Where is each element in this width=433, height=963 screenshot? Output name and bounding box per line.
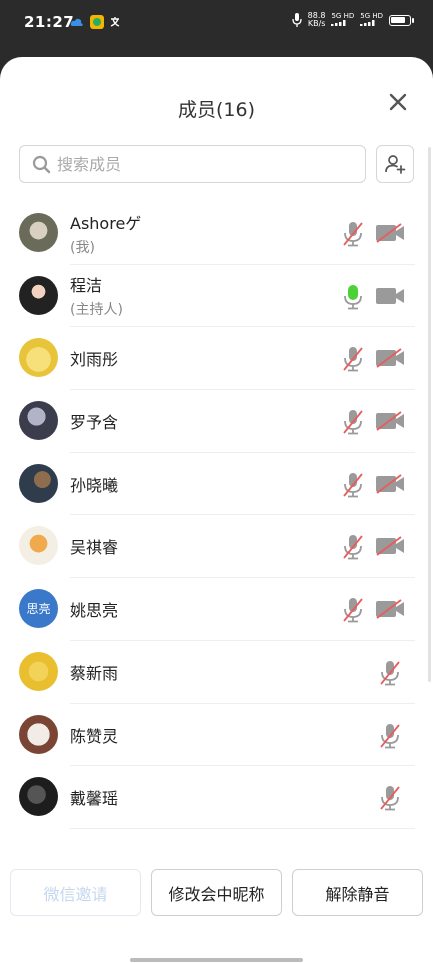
app-notification-icon bbox=[90, 15, 104, 29]
translate-icon bbox=[110, 16, 120, 27]
microphone-muted-icon[interactable] bbox=[341, 472, 365, 498]
wechat-invite-button[interactable]: 微信邀请 bbox=[10, 869, 141, 916]
signal-bars-icon bbox=[331, 19, 346, 26]
member-name-block: 吴祺睿 bbox=[70, 515, 118, 577]
member-row[interactable]: 戴馨瑶 bbox=[0, 766, 433, 829]
avatar bbox=[19, 651, 58, 691]
cloud-icon bbox=[70, 18, 83, 26]
microphone-status-icon bbox=[292, 13, 302, 27]
member-row[interactable]: Ashoreゲ (我) bbox=[0, 202, 433, 265]
camera-off-icon[interactable] bbox=[375, 223, 405, 243]
add-member-button[interactable] bbox=[376, 145, 414, 183]
member-name-block: 姚思亮 bbox=[70, 578, 118, 640]
microphone-muted-icon[interactable] bbox=[378, 660, 402, 686]
member-name-block: Ashoreゲ (我) bbox=[70, 202, 141, 264]
add-user-icon bbox=[385, 155, 406, 174]
status-time: 21:27 bbox=[24, 13, 75, 31]
rename-in-meeting-button[interactable]: 修改会中昵称 bbox=[151, 869, 282, 916]
member-name-block: 刘雨彤 bbox=[70, 327, 118, 389]
avatar bbox=[19, 275, 58, 315]
search-box[interactable] bbox=[19, 145, 366, 183]
member-name: 姚思亮 bbox=[70, 601, 119, 621]
member-list: Ashoreゲ (我) 程洁 (主持人) 刘雨彤罗予含孙晓曦吴祺睿思亮 姚思亮蔡新雨陈赞灵… bbox=[0, 202, 433, 852]
avatar bbox=[19, 213, 58, 252]
avatar: 思亮 bbox=[19, 589, 58, 629]
member-row[interactable]: 孙晓曦 bbox=[0, 453, 433, 516]
member-role: (我) bbox=[70, 239, 95, 256]
avatar bbox=[19, 714, 58, 754]
member-name: 戴馨瑶 bbox=[70, 789, 119, 809]
camera-off-icon[interactable] bbox=[375, 474, 405, 494]
member-row[interactable]: 陈赞灵 bbox=[0, 704, 433, 767]
member-row[interactable]: 思亮 姚思亮 bbox=[0, 578, 433, 641]
microphone-muted-icon[interactable] bbox=[378, 723, 402, 749]
close-button[interactable] bbox=[387, 91, 409, 113]
network-speed: 88.8 KB/s bbox=[308, 12, 326, 28]
microphone-muted-icon[interactable] bbox=[341, 221, 365, 247]
status-bar: 21:27 88.8 KB/s 5G HD 5G HD bbox=[0, 0, 433, 48]
battery-icon bbox=[389, 14, 414, 26]
member-name: 罗予含 bbox=[70, 413, 119, 433]
microphone-active-icon[interactable] bbox=[341, 284, 365, 310]
member-name-block: 程洁 (主持人) bbox=[70, 265, 123, 327]
member-name: 吴祺睿 bbox=[70, 538, 119, 558]
avatar bbox=[19, 401, 58, 441]
members-sheet: 成员(16) Ashoreゲ (我) 程洁 (主持人) 刘雨彤罗予含孙晓曦吴祺睿思亮 姚思… bbox=[0, 57, 433, 963]
status-notification-icons bbox=[70, 15, 123, 29]
member-row[interactable]: 蔡新雨 bbox=[0, 641, 433, 704]
member-name: Ashoreゲ bbox=[70, 213, 142, 233]
signal-1-label: 5G HD bbox=[331, 11, 355, 20]
avatar-text: 思亮 bbox=[26, 602, 51, 617]
microphone-muted-icon[interactable] bbox=[341, 597, 365, 623]
home-indicator bbox=[130, 958, 303, 962]
member-name: 刘雨彤 bbox=[70, 350, 119, 370]
microphone-muted-icon[interactable] bbox=[341, 409, 365, 435]
member-name-block: 孙晓曦 bbox=[70, 453, 118, 515]
status-right-indicators: 88.8 KB/s 5G HD 5G HD bbox=[292, 11, 414, 28]
camera-off-icon[interactable] bbox=[375, 536, 405, 557]
microphone-muted-icon[interactable] bbox=[378, 785, 402, 811]
member-row[interactable]: 吴祺睿 bbox=[0, 515, 433, 579]
member-name-block: 戴馨瑶 bbox=[70, 766, 118, 828]
camera-off-icon[interactable] bbox=[375, 599, 405, 619]
avatar bbox=[19, 526, 58, 566]
member-row[interactable]: 刘雨彤 bbox=[0, 327, 433, 391]
camera-on-icon[interactable] bbox=[375, 286, 405, 306]
unmute-all-button[interactable]: 解除静音 bbox=[292, 869, 423, 916]
avatar bbox=[19, 338, 58, 378]
member-name-block: 陈赞灵 bbox=[70, 704, 118, 766]
member-name: 陈赞灵 bbox=[70, 726, 119, 746]
member-name: 孙晓曦 bbox=[70, 475, 119, 495]
bottom-action-bar: 微信邀请 修改会中昵称 解除静音 bbox=[0, 852, 433, 963]
signal-2: 5G HD bbox=[360, 11, 383, 28]
network-speed-unit: KB/s bbox=[307, 19, 326, 28]
member-name: 程洁 bbox=[70, 276, 103, 296]
search-icon bbox=[32, 155, 51, 173]
member-name-block: 蔡新雨 bbox=[70, 641, 118, 703]
search-input[interactable] bbox=[57, 154, 337, 174]
member-name-block: 罗予含 bbox=[70, 390, 118, 452]
member-role: (主持人) bbox=[70, 302, 123, 319]
close-icon bbox=[389, 93, 407, 111]
member-row[interactable]: 罗予含 bbox=[0, 390, 433, 453]
camera-off-icon[interactable] bbox=[375, 411, 405, 431]
signal-bars-icon bbox=[360, 19, 375, 26]
signal-1: 5G HD bbox=[331, 11, 355, 28]
microphone-muted-icon[interactable] bbox=[341, 534, 365, 560]
member-name: 蔡新雨 bbox=[70, 663, 119, 683]
row-divider bbox=[70, 827, 415, 829]
avatar bbox=[19, 463, 58, 503]
microphone-muted-icon[interactable] bbox=[341, 346, 365, 372]
avatar bbox=[19, 777, 58, 817]
scrollbar[interactable] bbox=[428, 147, 431, 682]
signal-2-label: 5G HD bbox=[360, 11, 383, 20]
camera-off-icon[interactable] bbox=[375, 348, 405, 369]
sheet-title: 成员(16) bbox=[177, 99, 255, 121]
member-row[interactable]: 程洁 (主持人) bbox=[0, 265, 433, 328]
